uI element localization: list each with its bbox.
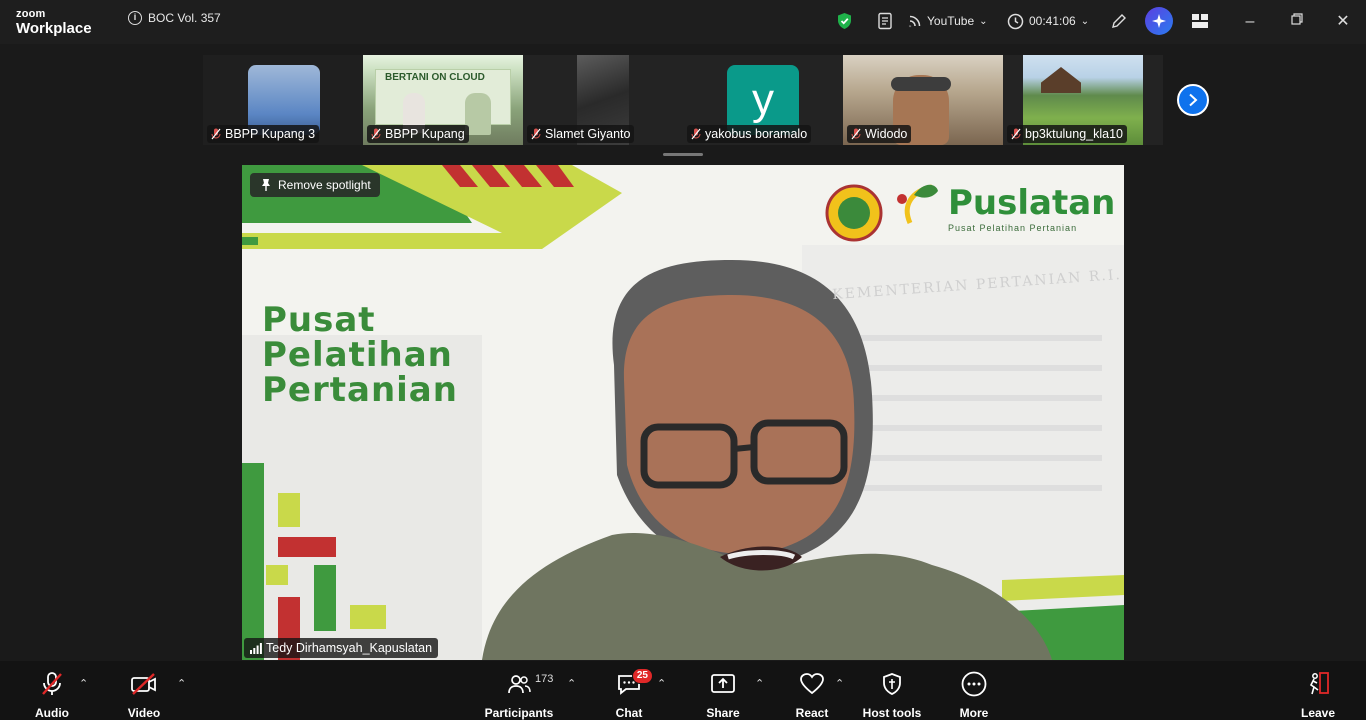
zoom-logo: zoom Workplace [16,8,92,37]
brand-subtitle: Pusat Pelatihan Pertanian [948,223,1078,233]
chevron-down-icon: ⌄ [979,15,988,27]
clock-icon [1007,13,1024,29]
info-icon[interactable]: i [128,11,142,25]
view-grid-icon[interactable] [1191,8,1209,34]
share-button[interactable]: Share [703,661,743,720]
muted-mic-icon [531,128,541,140]
close-icon[interactable]: ✕ [1333,12,1353,32]
muted-mic-icon [851,128,861,140]
annotate-pen-icon[interactable] [1110,8,1128,34]
muted-mic-icon [691,128,701,140]
meeting-timer[interactable]: 00:41:06 ⌄ [1007,8,1089,34]
audio-options-caret[interactable]: ⌃ [79,677,88,690]
participant-name: yakobus boramalo [705,127,808,141]
spotlight-video: Pusat Pelatihan Pertanian Puslatan Pusat… [242,165,1124,660]
react-options-caret[interactable]: ⌃ [835,677,844,690]
chat-icon: 25 [615,668,653,698]
more-button[interactable]: More [954,661,994,720]
background-title: Pusat Pelatihan Pertanian [262,300,458,410]
virtual-background [242,165,1124,660]
leave-icon [1304,670,1332,698]
video-off-icon [130,670,158,698]
participant-thumbnail[interactable]: Slamet Giyanto [523,55,683,145]
speaker-name-tag: Tedy Dirhamsyah_Kapuslatan [244,638,439,658]
strip-resize-handle[interactable] [663,153,703,156]
chevron-right-icon [1189,93,1198,107]
ai-companion-icon[interactable] [1145,7,1173,35]
meeting-title: BOC Vol. 357 [148,11,221,25]
participant-thumbnail[interactable]: y yakobus boramalo [683,55,843,145]
title-bar: zoom Workplace i BOC Vol. 357 YouTube ⌄ … [0,0,1366,44]
participant-name: BBPP Kupang [385,127,465,141]
chat-unread-badge: 25 [631,668,653,684]
participant-thumbnail[interactable]: BBPP Kupang 3 [203,55,363,145]
host-tools-button[interactable]: Host tools [862,661,922,720]
heart-icon [798,670,826,698]
muted-mic-icon [211,128,221,140]
participants-button[interactable]: Participants [485,661,553,720]
video-options-caret[interactable]: ⌃ [177,677,186,690]
participant-thumbnail[interactable]: bp3ktulung_kla10 [1003,55,1163,145]
muted-mic-icon [1011,128,1021,140]
react-button[interactable]: React [792,661,832,720]
participants-options-caret[interactable]: ⌃ [567,677,576,690]
leave-button[interactable]: Leave [1298,661,1338,720]
participant-name: Slamet Giyanto [545,127,631,141]
summary-doc-icon[interactable] [876,8,894,34]
brand-logo-text: Puslatan [948,183,1116,223]
next-page-button[interactable] [1177,84,1209,116]
participant-thumbnail[interactable]: Widodo [843,55,1003,145]
remove-spotlight-button[interactable]: Remove spotlight [250,173,380,197]
restore-icon[interactable] [1287,12,1307,32]
audio-button[interactable]: Audio [30,661,74,720]
share-screen-icon [709,670,737,698]
stream-icon [908,15,921,28]
livestream-button[interactable]: YouTube ⌄ [908,8,988,34]
meeting-info[interactable]: i BOC Vol. 357 [128,11,221,25]
timer-value: 00:41:06 [1029,14,1076,28]
livestream-label: YouTube [927,14,975,28]
signal-strength-icon [250,643,262,654]
participants-count: 173 [535,673,554,685]
participant-name: BBPP Kupang 3 [225,127,316,141]
video-button[interactable]: Video [122,661,166,720]
more-icon [960,670,988,698]
muted-mic-icon [38,670,66,698]
share-options-caret[interactable]: ⌃ [755,677,764,690]
chevron-down-icon: ⌄ [1080,15,1090,27]
pin-icon [262,179,270,191]
encryption-shield-icon[interactable] [836,8,853,34]
shield-icon [878,670,906,698]
minimize-icon[interactable]: – [1240,12,1260,32]
participant-name: Widodo [865,127,908,141]
chat-button[interactable]: 25 Chat [609,661,653,720]
meeting-controls: Audio ⌃ Video ⌃ Participants 173 ⌃ 25 Ch… [0,661,1366,720]
chat-options-caret[interactable]: ⌃ [657,677,666,690]
participants-icon [505,670,533,698]
participant-name: bp3ktulung_kla10 [1025,127,1123,141]
participant-thumbnail[interactable]: BERTANI ON CLOUD BBPP Kupang [363,55,523,145]
muted-mic-icon [371,128,381,140]
